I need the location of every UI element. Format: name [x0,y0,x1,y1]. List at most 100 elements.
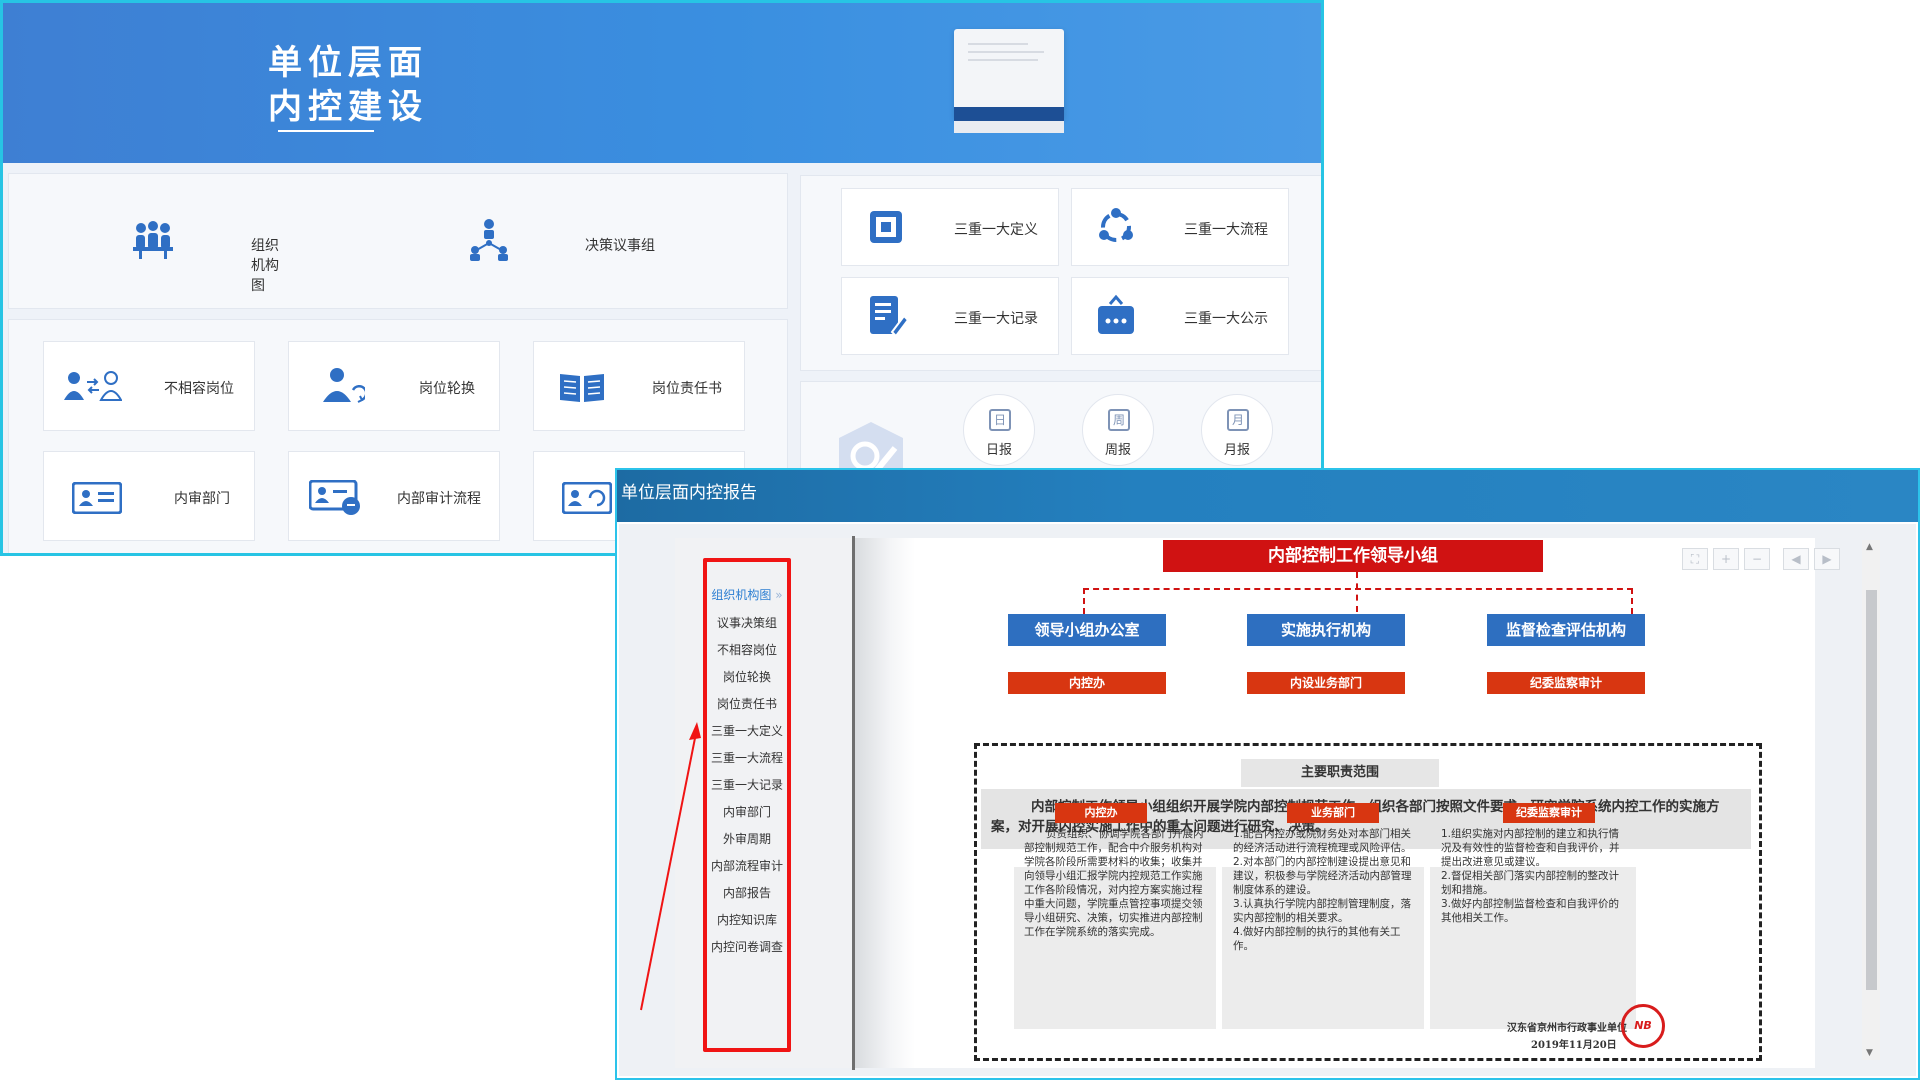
nav-item[interactable]: 岗位责任书 [707,695,787,712]
nav-item[interactable]: 外审周期 [707,830,787,847]
three-major-definition-card[interactable]: 三重一大定义 [841,188,1059,266]
fit-page-button[interactable]: ⛶ [1682,548,1708,570]
nav-item[interactable]: 内部流程审计 [707,857,787,874]
audit-card-icon [309,480,360,515]
decision-group-label: 决策议事组 [585,238,655,254]
weekly-report-button[interactable]: 周 周报 [1082,394,1154,466]
post-rotation-card[interactable]: 岗位轮换 [288,341,500,431]
nav-item[interactable]: 不相容岗位 [707,641,787,658]
nav-item[interactable]: 内审部门 [707,803,787,820]
org-chart-icon [133,221,173,259]
internal-audit-dept-card[interactable]: 内审部门 [43,451,255,541]
decision-group-link[interactable]: 决策议事组 [467,217,687,267]
id-card-icon [72,482,122,514]
square-target-icon [870,211,902,243]
branch-sub: 内控办 [1008,672,1166,694]
daily-report-button[interactable]: 日 日报 [963,394,1035,466]
nav-item[interactable]: 内控知识库 [707,911,787,928]
nav-item[interactable]: 三重一大流程 [707,749,787,766]
connector-line [1083,588,1085,614]
card-label: 岗位轮换 [419,381,475,397]
calendar-icon: 日 [989,409,1011,431]
scroll-thumb[interactable] [1866,590,1877,990]
org-chart-link[interactable]: 组织机构图 [131,217,281,294]
edit-document-icon [870,296,908,338]
title-underline [278,130,374,132]
responsibility-book-card[interactable]: 岗位责任书 [533,341,745,431]
calendar-icon: 月 [1227,409,1249,431]
nav-item-org-chart[interactable]: 组织机构图 » [707,586,787,603]
three-major-process-card[interactable]: 三重一大流程 [1071,188,1289,266]
report-label: 日报 [985,443,1012,458]
report-nav: 组织机构图 » 议事决策组 不相容岗位 岗位轮换 岗位责任书 三重一大定义 三重… [703,558,791,1052]
zoom-in-button[interactable]: + [1713,548,1739,570]
nav-item[interactable]: 内部报告 [707,884,787,901]
connector-line [1356,572,1358,612]
card-label: 岗位责任书 [652,381,722,397]
branch-title: 监督检查评估机构 [1487,614,1645,646]
branch-sub: 纪委监察审计 [1487,672,1645,694]
three-major-publicity-card[interactable]: 三重一大公示 [1071,277,1289,355]
connector-line [1631,588,1633,614]
banner [3,3,1321,163]
document-illustration [954,29,1064,133]
title-line-2: 内控建设 [268,87,428,127]
incompatible-post-card[interactable]: 不相容岗位 [43,341,255,431]
scroll-up-icon[interactable]: ▲ [1866,542,1873,552]
branch-title: 实施执行机构 [1247,614,1405,646]
official-seal: NB [1621,1004,1665,1048]
title-line-1: 单位层面 [268,43,428,83]
prev-page-button[interactable]: ◀ [1783,548,1809,570]
nav-item[interactable]: 内控问卷调查 [707,938,787,955]
three-major-record-card[interactable]: 三重一大记录 [841,277,1059,355]
vertical-scrollbar[interactable]: ▲ ▼ [1862,540,1880,1060]
users-swap-icon [64,371,122,401]
report-window: 单位层面内控报告 组织机构图 » 议事决策组 不相容岗位 岗位轮换 岗位责任书 … [615,468,1920,1080]
page-title: 单位层面 内控建设 [268,41,428,129]
annotation-arrow [640,722,701,1011]
signature-org: 汉东省京州市行政事业单位 [1507,1023,1627,1034]
scroll-down-icon[interactable]: ▼ [1866,1048,1873,1058]
nav-item[interactable]: 三重一大定义 [707,722,787,739]
column-text: 1.组织实施对内部控制的建立和执行情况及有效性的监督检查和自我评价，并提出改进意… [1441,828,1620,924]
card-label: 内部审计流程 [397,491,481,507]
chat-bag-icon [1098,294,1134,334]
hierarchy-icon [470,219,508,261]
column-text: 1.配合内控办或院财务处对本部门相关的经济活动进行流程梳理或风险评估。 2.对本… [1233,828,1412,952]
book-gutter [855,538,915,1068]
refresh-card-icon [562,482,612,514]
report-label: 月报 [1223,443,1250,458]
zoom-out-button[interactable]: − [1744,548,1770,570]
org-chart-label: 组织机构图 [251,238,279,294]
monthly-report-button[interactable]: 月 月报 [1201,394,1273,466]
column-text: 负责组织、协调学院各部门开展内部控制规范工作，配合中介服务机构对学院各阶段所需要… [1024,828,1204,938]
chevron-right-icon: » [775,588,783,602]
calendar-icon: 周 [1108,409,1130,431]
org-panel: 组织机构图 决策议事组 [8,173,788,309]
window-title: 单位层面内控报告 [621,483,757,503]
next-page-button[interactable]: ▶ [1814,548,1840,570]
report-label: 周报 [1104,443,1131,458]
card-label: 不相容岗位 [164,381,234,397]
nav-item[interactable]: 三重一大记录 [707,776,787,793]
column-tag: 业务部门 [1287,803,1379,823]
column-tag: 内控办 [1055,803,1147,823]
book-spine [852,536,855,1070]
user-rotate-icon [323,368,365,403]
scope-title: 主要职责范围 [1241,759,1439,787]
column-tag: 纪委监察审计 [1503,803,1595,823]
leadership-group-box: 内部控制工作领导小组 [1163,540,1543,572]
card-label: 三重一大记录 [954,311,1038,327]
cycle-icon [1099,208,1133,242]
nav-item[interactable]: 岗位轮换 [707,668,787,685]
open-book-icon [560,374,604,402]
window-titlebar: 单位层面内控报告 [617,470,1918,522]
card-label: 三重一大定义 [954,222,1038,238]
internal-audit-process-card[interactable]: 内部审计流程 [288,451,500,541]
signature-date: 2019年11月20日 [1531,1040,1617,1051]
branch-sub: 内设业务部门 [1247,672,1405,694]
nav-item[interactable]: 议事决策组 [707,614,787,631]
branch-title: 领导小组办公室 [1008,614,1166,646]
card-label: 三重一大流程 [1184,222,1268,238]
connector-line [1083,588,1633,590]
